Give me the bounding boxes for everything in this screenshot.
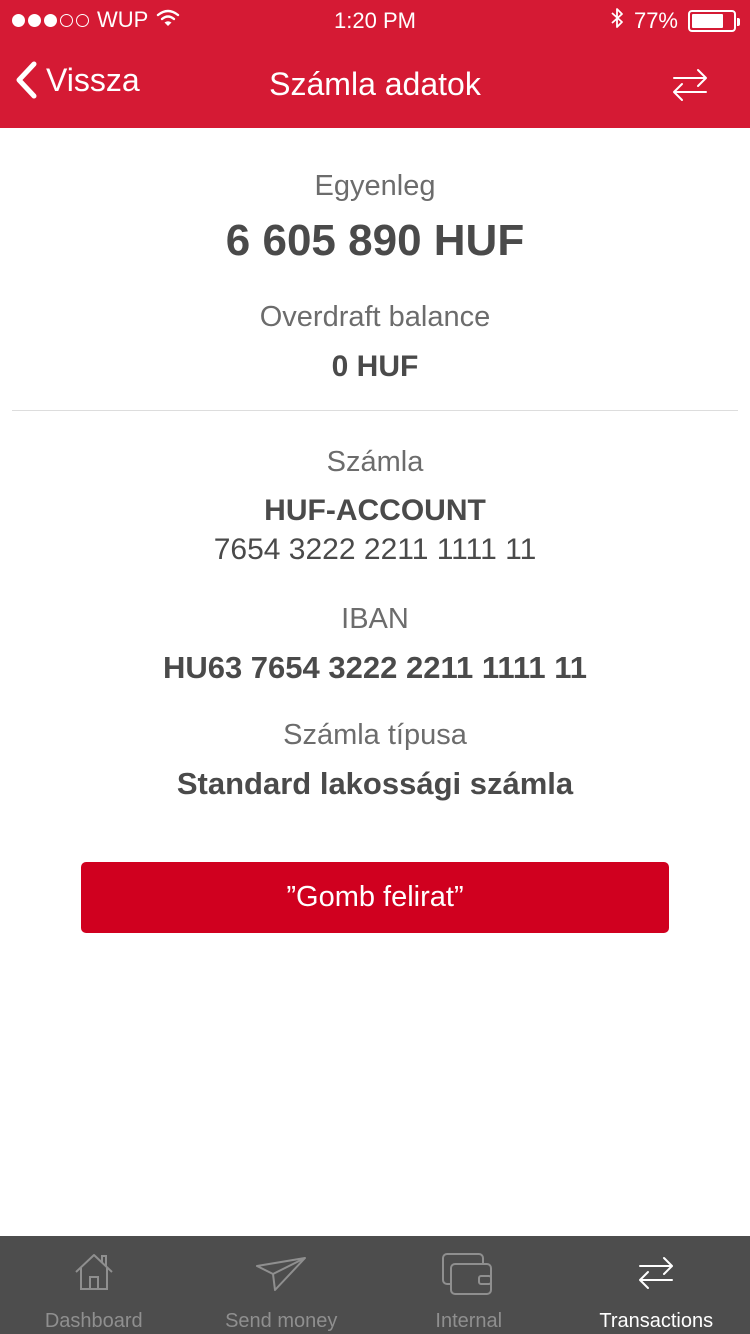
bluetooth-icon	[610, 6, 624, 36]
balance-value: 6 605 890 HUF	[225, 216, 525, 265]
account-label: Számla	[326, 446, 424, 478]
status-right: 77%	[610, 6, 740, 36]
tab-transactions[interactable]: Transactions	[563, 1236, 750, 1334]
paper-plane-icon	[188, 1252, 376, 1292]
tab-send-money[interactable]: Send money	[188, 1236, 376, 1334]
overdraft-label: Overdraft balance	[259, 301, 491, 333]
primary-button[interactable]: ”Gomb felirat”	[81, 862, 669, 933]
navigation-bar: Vissza Számla adatok	[0, 40, 750, 128]
tab-dashboard[interactable]: Dashboard	[0, 1236, 188, 1334]
chevron-left-icon	[16, 61, 37, 99]
transfer-arrows-icon[interactable]	[672, 66, 708, 107]
transfer-arrows-icon	[563, 1252, 750, 1292]
iban-value: HU63 7654 3222 2211 1111 11	[162, 650, 588, 685]
iban-label: IBAN	[341, 603, 409, 635]
account-number: 7654 3222 2211 1111 11	[213, 533, 537, 566]
divider	[12, 410, 738, 411]
account-name: HUF-ACCOUNT	[264, 494, 486, 527]
back-label: Vissza	[46, 61, 140, 98]
balance-label: Egyenleg	[314, 170, 436, 202]
tab-label: Internal	[435, 1310, 503, 1332]
tab-bar: Dashboard Send money Internal Transactio…	[0, 1236, 750, 1334]
account-type-label: Számla típusa	[283, 719, 467, 751]
battery-level	[692, 14, 723, 28]
tab-label: Transactions	[599, 1310, 714, 1332]
tab-label: Dashboard	[44, 1310, 143, 1332]
app-header: WUP 1:20 PM 77% Vissza Számla adatok	[0, 0, 750, 128]
battery-percent: 77%	[633, 8, 678, 33]
back-button[interactable]: Vissza	[14, 60, 140, 100]
battery-icon	[688, 10, 740, 32]
overdraft-value: 0 HUF	[331, 350, 419, 383]
home-icon	[0, 1252, 188, 1292]
primary-button-label: ”Gomb felirat”	[286, 881, 464, 913]
tab-internal[interactable]: Internal	[375, 1236, 563, 1334]
tab-label: Send money	[225, 1310, 338, 1332]
status-bar: WUP 1:20 PM 77%	[0, 0, 750, 40]
wallet-icon	[375, 1252, 563, 1298]
account-type-value: Standard lakossági számla	[176, 766, 574, 801]
